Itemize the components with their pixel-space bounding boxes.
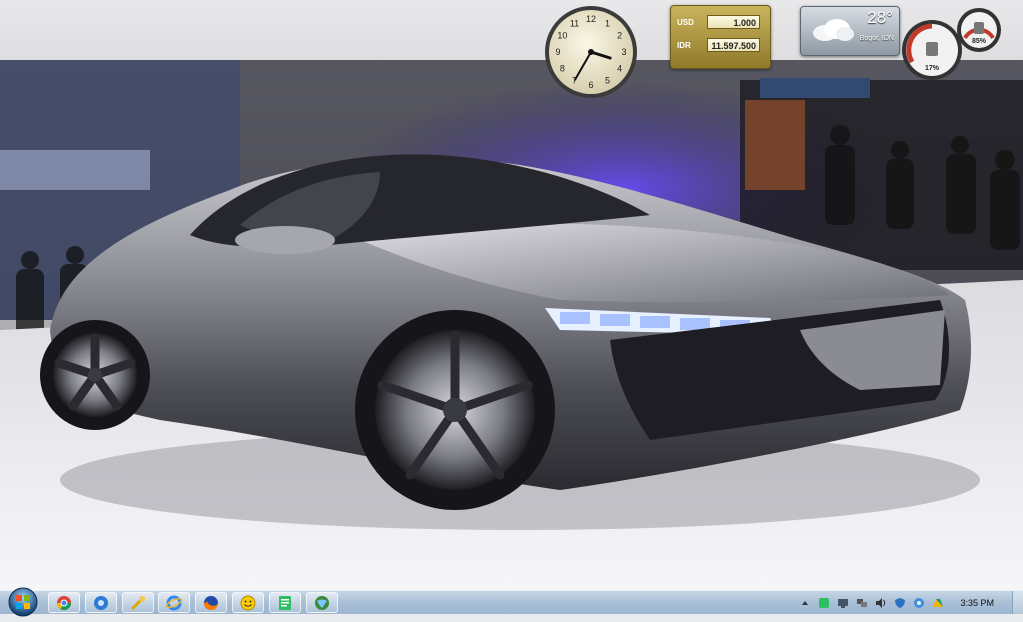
- clock-number: 1: [605, 18, 610, 28]
- taskbar-tools-button[interactable]: [122, 592, 154, 613]
- tools-icon: [130, 595, 146, 610]
- tray-green-app-icon[interactable]: [817, 596, 831, 610]
- clock-number: 4: [617, 64, 622, 74]
- blue-globe-icon: [94, 595, 108, 610]
- cloud-icon: [813, 19, 854, 41]
- volume-icon[interactable]: [874, 596, 888, 610]
- taskbar: 3:35 PM: [0, 587, 1023, 617]
- currency-row-usd[interactable]: USD 1.000: [677, 14, 760, 30]
- memory-usage-label: 85%: [972, 38, 987, 45]
- currency-value-usd[interactable]: 1.000: [707, 15, 760, 29]
- weather-location: Bogor, IDN: [859, 35, 894, 42]
- clock-gadget[interactable]: 12 1 2 3 4 5 6 7 8 9 10 11: [543, 4, 639, 100]
- currency-code-usd[interactable]: USD: [677, 18, 707, 27]
- taskbar-messenger-button[interactable]: [232, 592, 264, 613]
- currency-code-idr[interactable]: IDR: [677, 41, 707, 50]
- clock-number: 10: [557, 31, 567, 41]
- clock-number: 9: [555, 47, 560, 57]
- clock-number: 12: [586, 14, 596, 24]
- clock-number: 2: [617, 31, 622, 41]
- tray-display-icon[interactable]: [836, 596, 850, 610]
- show-desktop-button[interactable]: [1012, 591, 1023, 614]
- internet-explorer-icon: [166, 595, 182, 610]
- clock-time[interactable]: 3:35 PM: [960, 598, 994, 608]
- taskbar-evernote-button[interactable]: [269, 592, 301, 613]
- start-button[interactable]: [4, 585, 42, 617]
- chrome-icon: [57, 595, 71, 610]
- wallpaper-image: [0, 0, 1023, 590]
- currency-value-idr[interactable]: 11.597.500: [707, 38, 760, 52]
- taskbar-firefox-button[interactable]: [195, 592, 227, 613]
- clock-number: 5: [605, 76, 610, 86]
- clock-number: 8: [560, 64, 565, 74]
- windows-logo-icon: [8, 587, 38, 617]
- system-tray: 3:35 PM: [798, 591, 1023, 614]
- cpu-usage-label: 17%: [925, 65, 940, 72]
- tray-expand-icon[interactable]: [798, 596, 812, 610]
- taskbar-ie-button[interactable]: [158, 592, 190, 613]
- taskbar-network-button[interactable]: [306, 592, 338, 613]
- green-note-icon: [279, 595, 291, 610]
- desktop-wallpaper: [0, 0, 1023, 590]
- clock-face: 12 1234567891011: [545, 6, 637, 98]
- cpu-meter-gadget[interactable]: 17% 85%: [902, 6, 1002, 84]
- clock-number: 6: [588, 80, 593, 90]
- smiley-icon: [240, 595, 256, 610]
- tray-shield-icon[interactable]: [893, 596, 907, 610]
- network-globe-icon: [315, 595, 329, 610]
- clock-number: 11: [570, 18, 579, 28]
- clock-number: 3: [621, 47, 626, 57]
- firefox-icon: [204, 595, 218, 610]
- tray-globe-icon[interactable]: [912, 596, 926, 610]
- tray-drive-icon[interactable]: [931, 596, 945, 610]
- taskbar-chrome-button[interactable]: [48, 592, 80, 613]
- currency-row-idr[interactable]: IDR 11.597.500: [677, 37, 760, 53]
- weather-temperature: 28°: [867, 8, 893, 27]
- taskbar-settings-button[interactable]: [85, 592, 117, 613]
- network-icon[interactable]: [855, 596, 869, 610]
- weather-gadget[interactable]: 28° Bogor, IDN: [800, 6, 900, 56]
- meter-dials: [902, 8, 1001, 80]
- currency-gadget[interactable]: USD 1.000 IDR 11.597.500: [670, 5, 771, 69]
